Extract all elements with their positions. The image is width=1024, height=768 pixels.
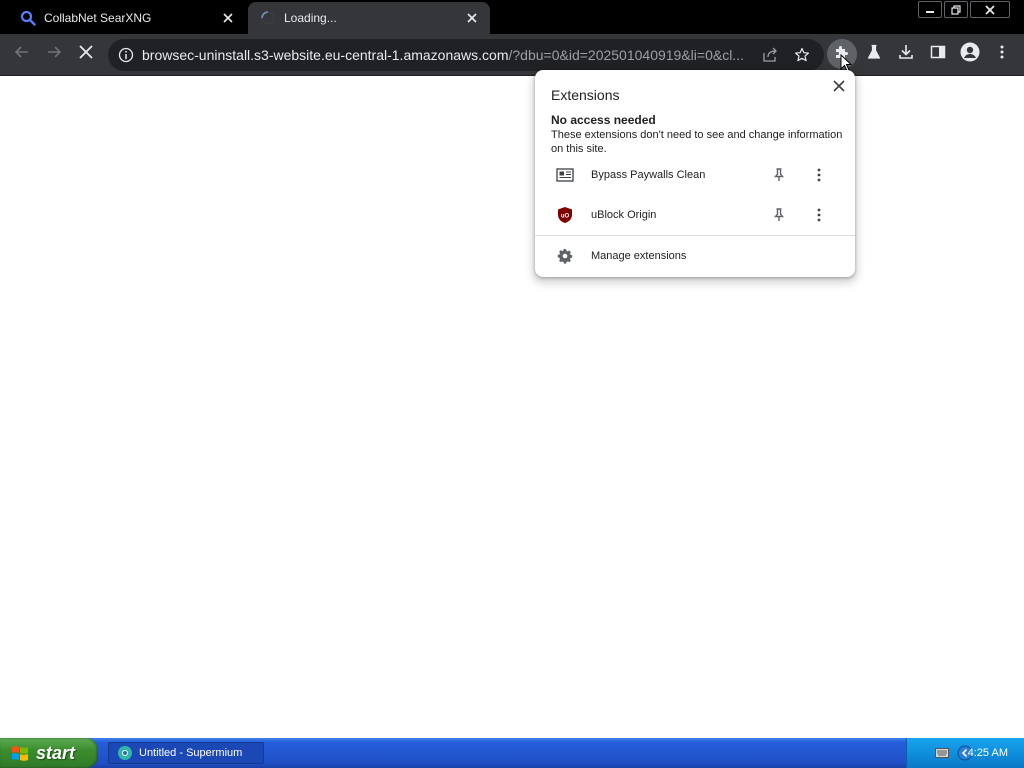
flask-icon bbox=[866, 44, 882, 65]
stop-x-icon bbox=[79, 44, 93, 64]
kebab-menu-icon bbox=[994, 44, 1010, 65]
tab-strip: CollabNet SearXNG Loading... bbox=[0, 0, 1024, 34]
taskbar-item-label: Untitled - Supermium bbox=[139, 747, 243, 759]
windows-logo-icon bbox=[10, 743, 30, 763]
arrow-left-icon bbox=[14, 44, 30, 65]
newspaper-icon bbox=[556, 166, 574, 184]
window-controls bbox=[918, 1, 1010, 18]
loading-spinner-icon bbox=[260, 10, 276, 26]
manage-extensions-label: Manage extensions bbox=[591, 250, 687, 262]
start-button[interactable]: start bbox=[0, 738, 98, 768]
url-path: /?dbu=0&id=202501040919&li=0&cl... bbox=[508, 47, 744, 63]
browser-toolbar: browsec-uninstall.s3-website.eu-central-… bbox=[0, 34, 1024, 76]
close-icon[interactable] bbox=[220, 10, 236, 26]
restore-icon[interactable] bbox=[944, 1, 968, 18]
extensions-popup: Extensions No access needed These extens… bbox=[535, 70, 855, 277]
close-icon[interactable] bbox=[831, 78, 847, 94]
extension-name: uBlock Origin bbox=[591, 209, 657, 221]
section-description: These extensions don't need to see and c… bbox=[551, 129, 843, 155]
extension-item-bypass-paywalls[interactable]: Bypass Paywalls Clean bbox=[535, 157, 855, 193]
side-panel-icon bbox=[930, 44, 946, 65]
avatar-icon bbox=[960, 42, 980, 67]
extension-item-ublock-origin[interactable]: uO uBlock Origin bbox=[535, 197, 855, 233]
browser-menu-button[interactable] bbox=[987, 39, 1017, 69]
taskbar: start Untitled - Supermium 4:25 AM bbox=[0, 738, 1024, 768]
svg-text:uO: uO bbox=[561, 214, 570, 220]
more-options-icon[interactable] bbox=[811, 167, 827, 183]
side-panel-button[interactable] bbox=[923, 39, 953, 69]
info-icon[interactable] bbox=[118, 47, 134, 63]
minimize-icon[interactable] bbox=[918, 1, 942, 18]
more-options-icon[interactable] bbox=[811, 207, 827, 223]
back-button[interactable] bbox=[7, 39, 37, 69]
tab-searxng[interactable]: CollabNet SearXNG bbox=[8, 2, 246, 34]
start-label: start bbox=[36, 742, 76, 763]
url-host: browsec-uninstall.s3-website.eu-central-… bbox=[142, 47, 509, 63]
address-bar[interactable]: browsec-uninstall.s3-website.eu-central-… bbox=[108, 39, 824, 71]
profile-button[interactable] bbox=[955, 39, 985, 69]
bookmark-star-icon[interactable] bbox=[794, 47, 810, 63]
taskbar-item-supermium[interactable]: Untitled - Supermium bbox=[108, 742, 264, 764]
manage-extensions-button[interactable]: Manage extensions bbox=[535, 238, 855, 274]
labs-button[interactable] bbox=[859, 39, 889, 69]
keyboard-icon[interactable] bbox=[935, 748, 949, 758]
tab-loading[interactable]: Loading... bbox=[248, 2, 490, 34]
ublock-shield-icon: uO bbox=[556, 206, 574, 224]
system-tray: 4:25 AM bbox=[906, 738, 1024, 768]
stop-loading-button[interactable] bbox=[71, 39, 101, 69]
browser-app-icon bbox=[117, 745, 133, 761]
tab-title: Loading... bbox=[284, 11, 337, 25]
share-icon[interactable] bbox=[762, 47, 778, 63]
close-icon[interactable] bbox=[464, 10, 480, 26]
forward-button[interactable] bbox=[39, 39, 69, 69]
pin-icon[interactable] bbox=[771, 167, 787, 183]
divider bbox=[535, 235, 855, 236]
extension-name: Bypass Paywalls Clean bbox=[591, 169, 706, 181]
url-text[interactable]: browsec-uninstall.s3-website.eu-central-… bbox=[142, 39, 748, 71]
clock: 4:25 AM bbox=[967, 747, 1008, 759]
page-content bbox=[0, 76, 1024, 738]
downloads-button[interactable] bbox=[891, 39, 921, 69]
download-icon bbox=[898, 44, 914, 65]
arrow-right-icon bbox=[46, 44, 62, 65]
close-window-icon[interactable] bbox=[970, 1, 1010, 18]
search-icon bbox=[20, 10, 36, 26]
pin-icon[interactable] bbox=[771, 207, 787, 223]
section-heading: No access needed bbox=[551, 113, 656, 127]
gear-icon bbox=[556, 247, 574, 265]
popup-title: Extensions bbox=[551, 87, 620, 103]
tab-title: CollabNet SearXNG bbox=[44, 11, 152, 25]
